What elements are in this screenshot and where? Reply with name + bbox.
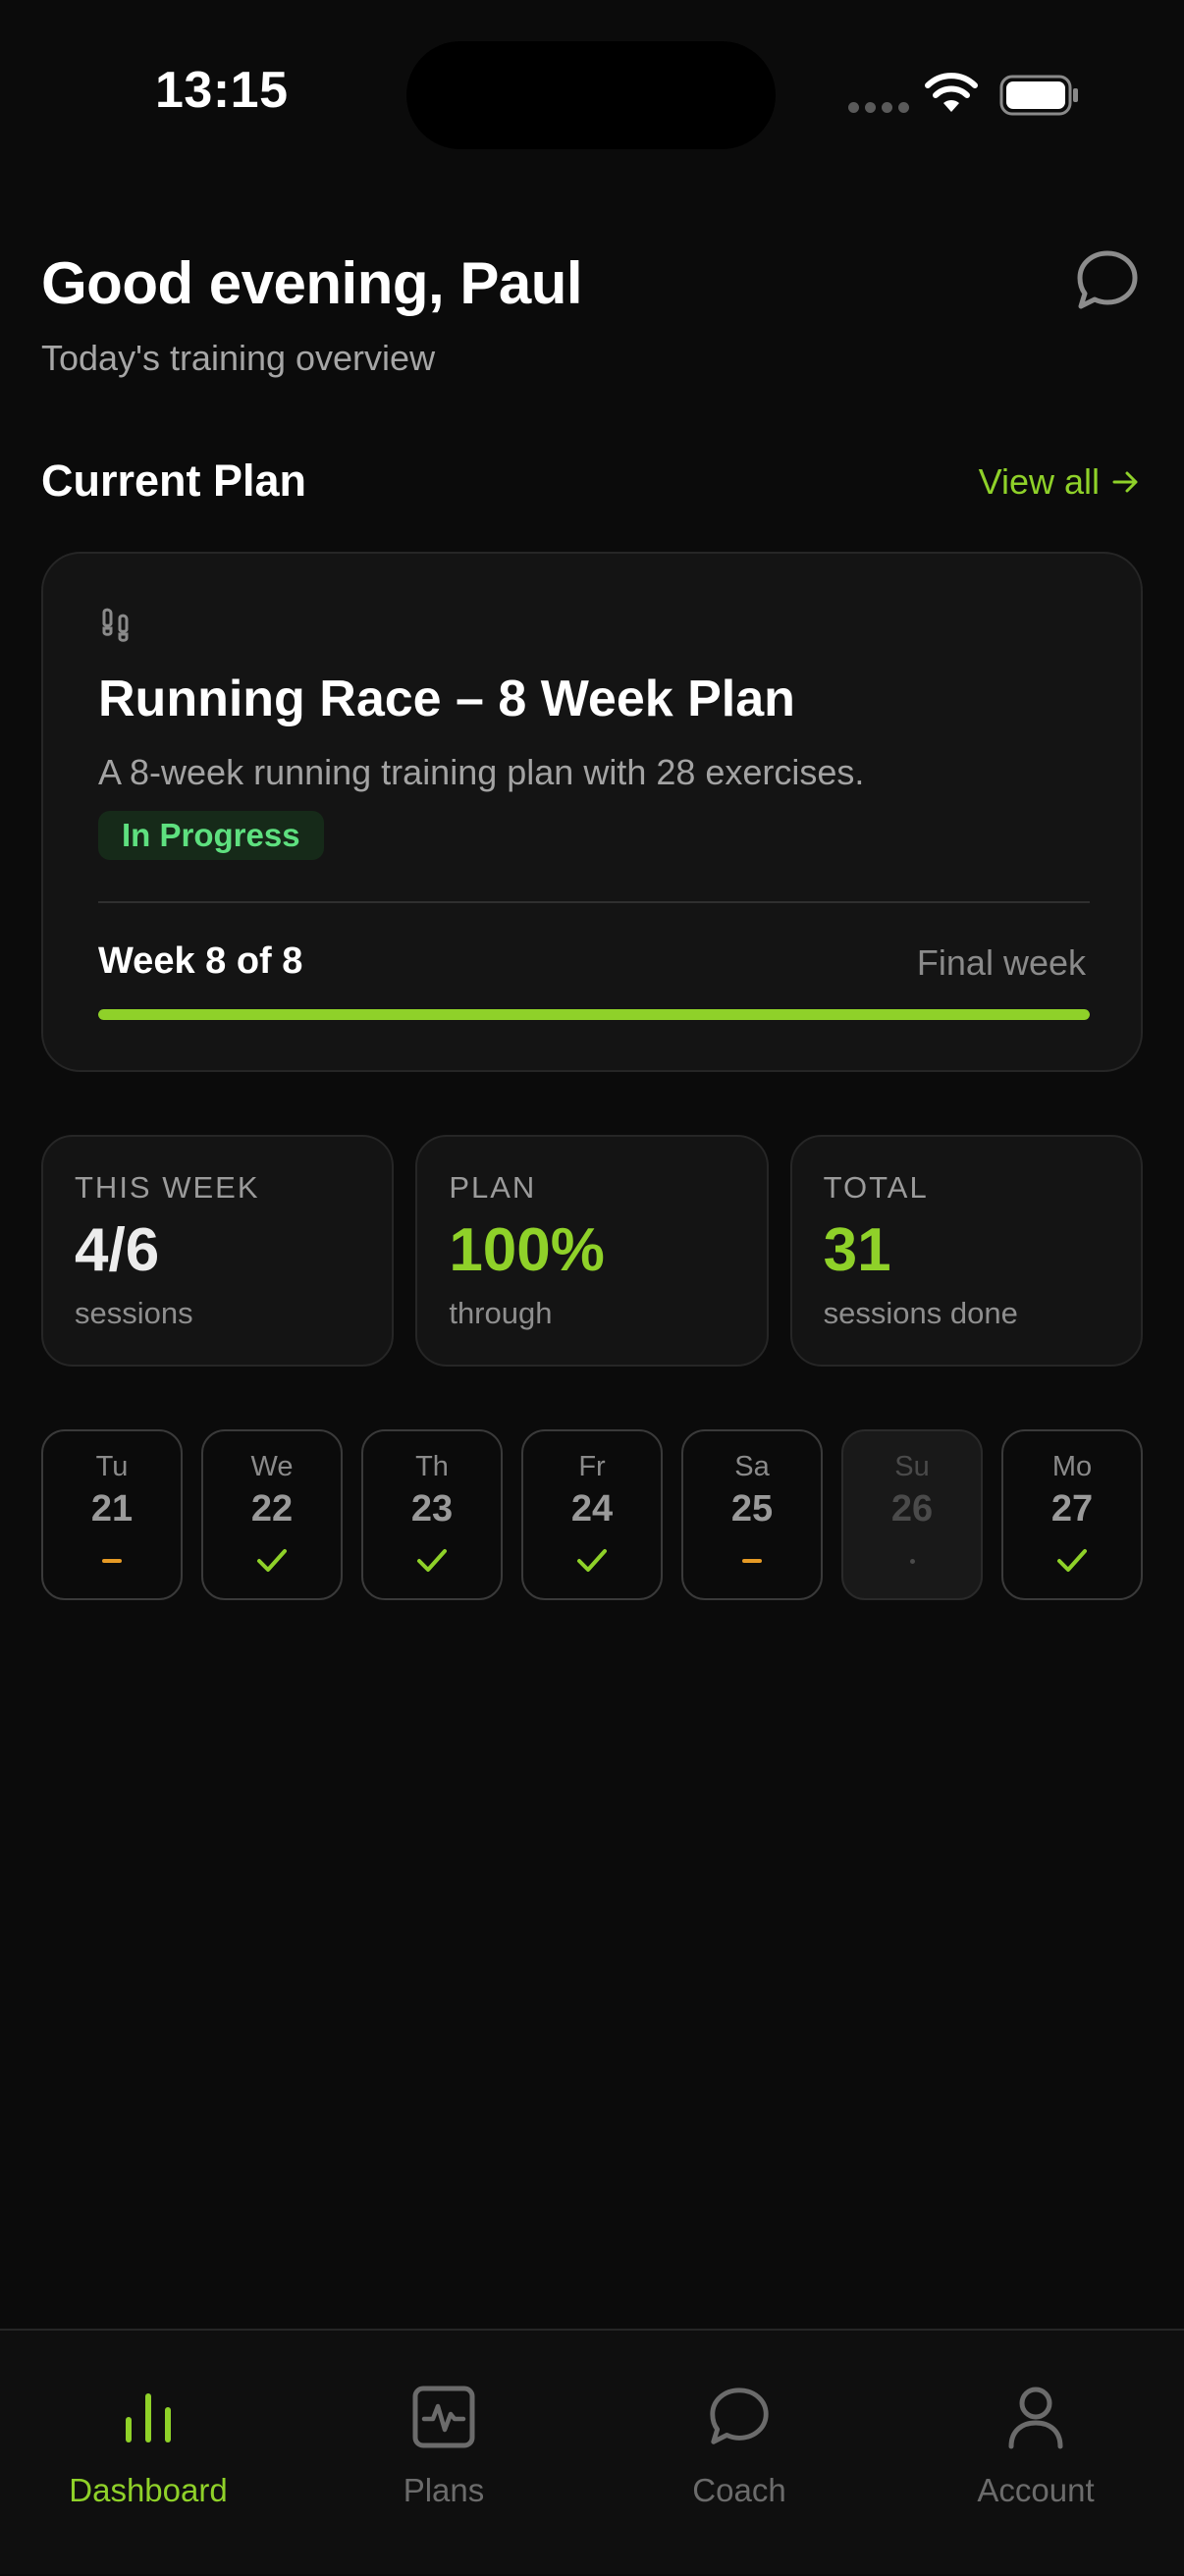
day-name: We xyxy=(250,1451,294,1482)
day-number: 27 xyxy=(1050,1488,1094,1530)
tab-label: Dashboard xyxy=(69,2472,228,2508)
check-icon xyxy=(1057,1549,1087,1572)
day-tile[interactable]: Mo 27 xyxy=(1001,1429,1143,1600)
plan-progress-fill xyxy=(98,1009,1090,1020)
partial-dash-icon xyxy=(742,1559,762,1563)
bar-chart-icon xyxy=(126,2393,171,2442)
plan-description: A 8-week running training plan with 28 e… xyxy=(98,752,865,792)
day-number: 26 xyxy=(890,1488,934,1530)
day-name: Tu xyxy=(95,1451,129,1482)
check-icon xyxy=(417,1549,447,1572)
stat-value: 100% xyxy=(449,1216,605,1284)
day-tile[interactable]: Fr 24 xyxy=(521,1429,663,1600)
day-number: 22 xyxy=(250,1488,294,1530)
day-number: 23 xyxy=(410,1488,454,1530)
stat-card-plan: PLAN 100% through xyxy=(415,1135,769,1367)
stat-card-total: TOTAL 31 sessions done xyxy=(789,1135,1143,1367)
user-icon xyxy=(1008,2387,1063,2449)
stat-sub: sessions done xyxy=(823,1296,1018,1330)
partial-dash-icon xyxy=(102,1559,122,1563)
tab-dashboard[interactable]: Dashboard xyxy=(0,2331,296,2576)
empty-dot-icon xyxy=(909,1558,915,1564)
plan-title: Running Race – 8 Week Plan xyxy=(98,671,795,727)
cellular-signal-icon xyxy=(848,102,909,113)
day-tile[interactable]: We 22 xyxy=(201,1429,343,1600)
activity-square-icon xyxy=(412,2386,475,2448)
stat-label: THIS WEEK xyxy=(75,1170,260,1205)
greeting-subtitle: Today's training overview xyxy=(41,338,436,378)
day-name: Th xyxy=(415,1451,449,1482)
card-divider xyxy=(98,901,1090,903)
stats-row: THIS WEEK 4/6 sessions PLAN 100% through… xyxy=(41,1135,1143,1367)
week-note: Final week xyxy=(916,942,1086,983)
tab-account[interactable]: Account xyxy=(888,2331,1184,2576)
week-label: Week 8 of 8 xyxy=(98,940,303,982)
stat-value: 31 xyxy=(823,1216,891,1284)
check-icon xyxy=(257,1549,287,1572)
day-tile[interactable]: Su 26 xyxy=(841,1429,983,1600)
check-icon xyxy=(577,1549,607,1572)
wifi-icon xyxy=(925,73,978,112)
stat-sub: sessions xyxy=(75,1296,193,1330)
current-plan-card[interactable]: Running Race – 8 Week Plan A 8-week runn… xyxy=(41,552,1143,1072)
day-name: Fr xyxy=(578,1451,606,1482)
status-time: 13:15 xyxy=(155,62,289,119)
stat-label: PLAN xyxy=(449,1170,537,1205)
stat-card-this-week: THIS WEEK 4/6 sessions xyxy=(41,1135,395,1367)
greeting-title: Good evening, Paul xyxy=(41,250,583,316)
day-number: 21 xyxy=(90,1488,134,1530)
tab-label: Account xyxy=(977,2472,1095,2508)
stat-value: 4/6 xyxy=(75,1216,160,1284)
day-name: Sa xyxy=(734,1451,770,1482)
tab-label: Plans xyxy=(403,2472,485,2508)
stat-sub: through xyxy=(449,1296,553,1330)
battery-icon xyxy=(999,75,1078,116)
week-days-row: Tu 21 We 22 Th 23 Fr 24 Sa 25 Su 26 Mo 2… xyxy=(41,1429,1143,1600)
day-name: Mo xyxy=(1051,1451,1093,1482)
plan-progress-bar xyxy=(98,1009,1090,1020)
view-all-link[interactable]: View all xyxy=(979,461,1141,503)
dynamic-island xyxy=(406,41,776,149)
tab-plans[interactable]: Plans xyxy=(296,2331,592,2576)
chat-icon[interactable] xyxy=(1072,245,1143,316)
section-title-current-plan: Current Plan xyxy=(41,456,307,506)
arrow-right-icon xyxy=(1112,471,1138,493)
day-name: Su xyxy=(894,1451,930,1482)
view-all-label: View all xyxy=(978,461,1100,502)
tab-coach[interactable]: Coach xyxy=(591,2331,888,2576)
day-number: 24 xyxy=(570,1488,614,1530)
day-number: 25 xyxy=(730,1488,774,1530)
day-tile[interactable]: Sa 25 xyxy=(681,1429,823,1600)
stat-label: TOTAL xyxy=(823,1170,929,1205)
day-tile[interactable]: Th 23 xyxy=(361,1429,503,1600)
status-badge: In Progress xyxy=(98,811,324,860)
status-bar: 13:15 xyxy=(0,0,1184,187)
bottom-tab-bar: Dashboard Plans Coach Account xyxy=(0,2329,1184,2574)
tab-label: Coach xyxy=(692,2472,786,2508)
day-tile[interactable]: Tu 21 xyxy=(41,1429,183,1600)
chat-bubble-icon xyxy=(710,2388,769,2444)
footprints-icon xyxy=(102,608,129,642)
